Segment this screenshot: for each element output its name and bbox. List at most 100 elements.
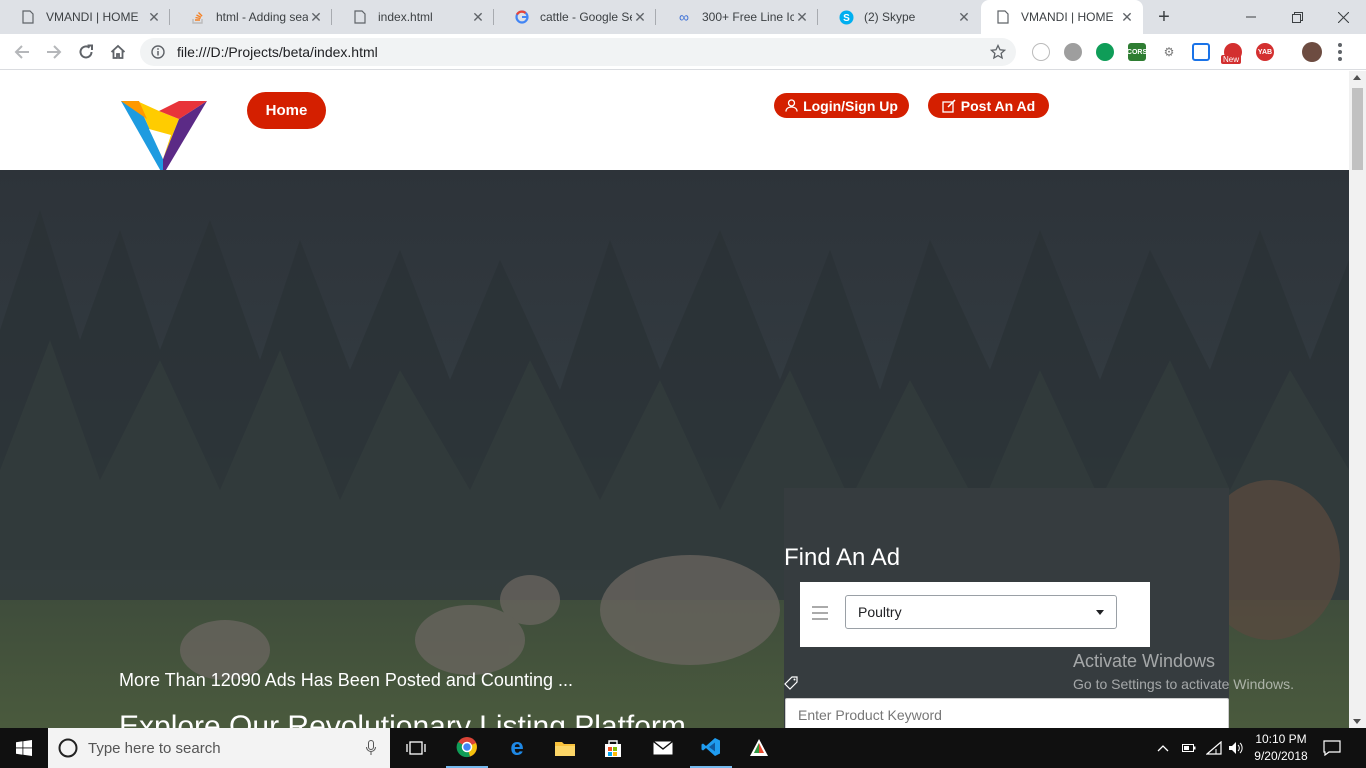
wifi-icon[interactable] <box>1206 728 1222 768</box>
close-window-button[interactable] <box>1320 0 1366 34</box>
tab-html-adding[interactable]: html - Adding sea ✕ <box>170 0 332 34</box>
bicycle-extension-icon[interactable]: ⚙ <box>1160 43 1178 61</box>
menu-dots-icon[interactable] <box>1338 43 1342 61</box>
login-signup-button[interactable]: Login/Sign Up <box>774 93 909 118</box>
tab-title: 300+ Free Line Ico <box>702 10 794 24</box>
windows-start-icon[interactable] <box>0 728 48 768</box>
scroll-thumb[interactable] <box>1352 88 1363 170</box>
windows-taskbar: Type here to search e 10:10 PM 9/20/2018 <box>0 728 1366 768</box>
tab-title: (2) Skype <box>864 10 916 24</box>
battery-icon[interactable] <box>1182 728 1196 768</box>
infinity-icon: ∞ <box>679 9 689 25</box>
menu-icon <box>812 606 828 620</box>
volume-icon[interactable] <box>1228 728 1244 768</box>
tab-title: VMANDI | HOME <box>1021 10 1114 24</box>
store-taskbar-icon[interactable] <box>592 728 634 768</box>
tab-skype[interactable]: S (2) Skype ✕ <box>818 0 980 34</box>
taskbar-search[interactable]: Type here to search <box>48 728 390 768</box>
reload-icon[interactable] <box>75 41 97 63</box>
hero-headline: Explore Our Revolutionary Listing Platfo… <box>119 710 686 728</box>
vscode-taskbar-icon[interactable] <box>690 728 732 768</box>
taskbar-search-text: Type here to search <box>88 739 221 757</box>
chevron-down-icon <box>1096 610 1104 615</box>
browser-toolbar: file:///D:/Projects/beta/index.html CORS… <box>0 34 1366 70</box>
cart-extension-icon[interactable] <box>1096 43 1114 61</box>
fingerprint-extension-icon[interactable] <box>1064 43 1082 61</box>
ads-count-tagline: More Than 12090 Ads Has Been Posted and … <box>119 670 573 690</box>
back-icon[interactable] <box>11 41 33 63</box>
scroll-up-arrow[interactable] <box>1353 75 1361 80</box>
tab-index-html[interactable]: index.html ✕ <box>332 0 494 34</box>
new-tab-button[interactable]: + <box>1153 6 1175 28</box>
svg-text:S: S <box>843 13 850 24</box>
site-header: Home Login/Sign Up Post An Ad <box>0 71 1349 175</box>
profile-avatar[interactable] <box>1302 42 1322 62</box>
tab-vmandi-home-1[interactable]: VMANDI | HOME ✕ <box>0 0 170 34</box>
edge-taskbar-icon[interactable]: e <box>496 728 538 768</box>
tab-title: cattle - Google Se <box>540 10 632 24</box>
watermark-line1: Activate Windows <box>1073 651 1216 671</box>
close-tab-icon[interactable]: ✕ <box>632 9 648 26</box>
extension-grey-icon[interactable] <box>1032 43 1050 61</box>
category-box: Poultry <box>800 582 1150 647</box>
skype-icon: S <box>838 9 854 25</box>
url-text: file:///D:/Projects/beta/index.html <box>177 44 378 60</box>
page-icon <box>20 9 36 25</box>
microphone-icon[interactable] <box>366 740 376 761</box>
edit-icon <box>942 98 956 113</box>
forward-icon[interactable] <box>43 41 65 63</box>
close-tab-icon[interactable]: ✕ <box>146 9 162 26</box>
bookmark-star-icon[interactable] <box>989 43 1007 65</box>
chevron-up-icon[interactable] <box>1157 728 1171 768</box>
task-view-icon[interactable] <box>396 728 436 768</box>
file-explorer-icon[interactable] <box>544 728 586 768</box>
activate-windows-watermark: Activate Windows Go to Settings to activ… <box>1073 651 1294 692</box>
home-icon[interactable] <box>107 41 129 63</box>
web-page: Home Login/Sign Up Post An Ad More Than … <box>0 71 1349 728</box>
tab-free-line-icons[interactable]: ∞ 300+ Free Line Ico ✕ <box>656 0 818 34</box>
page-icon <box>995 9 1011 25</box>
post-ad-button[interactable]: Post An Ad <box>928 93 1049 118</box>
sublime-taskbar-icon[interactable] <box>738 728 780 768</box>
tab-title: html - Adding sea <box>216 10 308 24</box>
product-keyword-input[interactable] <box>785 698 1229 728</box>
page-icon <box>352 9 368 25</box>
find-ad-panel: Find An Ad Poultry <box>784 488 1229 728</box>
post-ad-label: Post An Ad <box>960 97 1036 114</box>
clock-time: 10:10 PM <box>1255 732 1307 746</box>
yab-extension-icon[interactable]: YAB <box>1256 43 1274 61</box>
scroll-down-arrow[interactable] <box>1353 719 1361 724</box>
mail-taskbar-icon[interactable] <box>642 728 684 768</box>
minimize-button[interactable] <box>1228 0 1274 34</box>
clock-date: 9/20/2018 <box>1254 749 1308 763</box>
category-selected-value: Poultry <box>858 604 902 620</box>
hero-section: More Than 12090 Ads Has Been Posted and … <box>0 170 1349 728</box>
stackoverflow-icon <box>190 9 206 25</box>
cortana-icon <box>58 738 78 758</box>
close-tab-icon[interactable]: ✕ <box>308 9 324 26</box>
category-select[interactable]: Poultry <box>845 595 1117 629</box>
notifications-icon[interactable] <box>1323 728 1341 768</box>
restore-button[interactable] <box>1274 0 1320 34</box>
close-tab-icon[interactable]: ✕ <box>956 9 972 26</box>
system-clock[interactable]: 10:10 PM 9/20/2018 <box>1252 731 1310 765</box>
tab-vmandi-home-active[interactable]: VMANDI | HOME ✕ <box>981 0 1143 34</box>
home-button[interactable]: Home <box>247 92 326 129</box>
tag-icon <box>784 676 798 695</box>
cors-extension-icon[interactable]: CORS <box>1127 43 1147 61</box>
close-tab-icon[interactable]: ✕ <box>470 9 486 26</box>
close-tab-icon[interactable]: ✕ <box>794 9 810 26</box>
info-icon[interactable] <box>151 45 165 59</box>
screenshot-extension-icon[interactable] <box>1192 43 1210 61</box>
find-ad-title: Find An Ad <box>784 544 901 571</box>
new-badge: New <box>1221 55 1242 64</box>
address-bar[interactable]: file:///D:/Projects/beta/index.html <box>140 38 1016 66</box>
tab-title: index.html <box>378 10 433 24</box>
google-icon <box>514 9 530 25</box>
tab-title: VMANDI | HOME <box>46 10 139 24</box>
tab-strip: VMANDI | HOME ✕ html - Adding sea ✕ inde… <box>0 0 1366 34</box>
page-scrollbar[interactable] <box>1349 71 1366 728</box>
tab-google-cattle[interactable]: cattle - Google Se ✕ <box>494 0 656 34</box>
close-tab-icon[interactable]: ✕ <box>1119 9 1135 26</box>
chrome-taskbar-icon[interactable] <box>446 728 488 768</box>
